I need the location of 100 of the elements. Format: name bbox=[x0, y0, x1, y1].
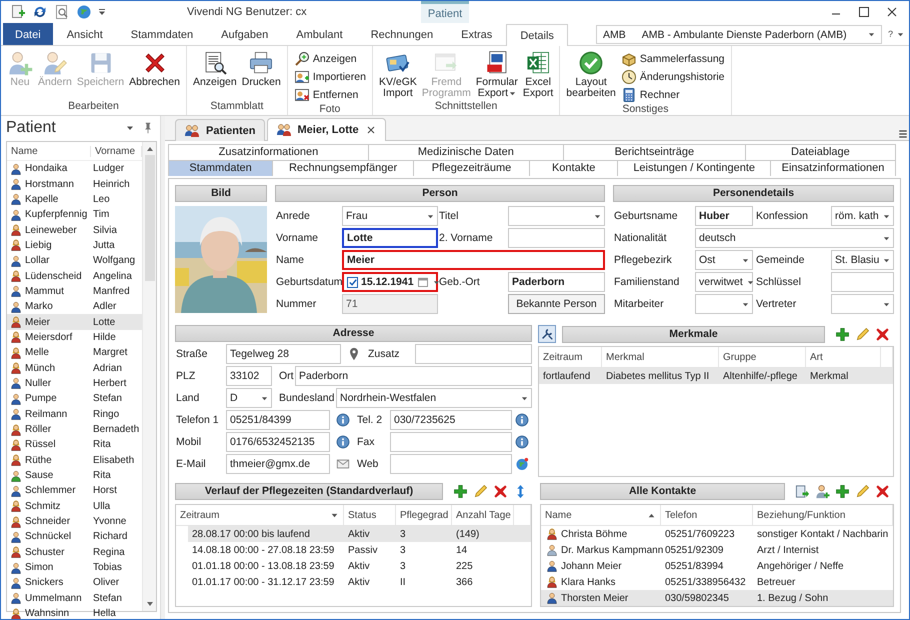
ribbon-tab[interactable]: Extras bbox=[447, 23, 506, 45]
form-tab[interactable]: Stammdaten bbox=[168, 160, 274, 176]
list-item[interactable]: Meiersdorf Hilde bbox=[7, 330, 142, 346]
table-row[interactable]: Thorsten Meier 030/59802345 1. Bezug / Sohn bbox=[541, 590, 893, 606]
input-field[interactable]: 33102 bbox=[226, 366, 272, 386]
ribbon-button[interactable]: Excel Export bbox=[520, 49, 556, 100]
list-item[interactable]: Schuster Regina bbox=[7, 544, 142, 560]
info-icon[interactable] bbox=[336, 413, 350, 427]
input-field[interactable] bbox=[415, 344, 532, 364]
info-icon[interactable] bbox=[336, 435, 350, 449]
new-document-icon[interactable] bbox=[10, 4, 26, 20]
document-tab[interactable]: Patienten bbox=[175, 119, 265, 141]
print-preview-icon[interactable] bbox=[54, 4, 70, 20]
ribbon-tab[interactable]: Ansicht bbox=[52, 23, 117, 45]
ribbon-tab[interactable]: Ambulant bbox=[282, 23, 357, 45]
input-field[interactable]: Meier bbox=[342, 250, 605, 270]
input-field[interactable]: Tegelweg 28 bbox=[226, 344, 341, 364]
list-item[interactable]: Lollar Wolfgang bbox=[7, 253, 142, 268]
dropdown[interactable]: St. Blasiu bbox=[831, 250, 894, 270]
dropdown[interactable]: deutsch bbox=[695, 228, 894, 248]
input-field[interactable]: Paderborn bbox=[295, 366, 532, 386]
refresh-icon[interactable] bbox=[32, 4, 48, 20]
ribbon-button[interactable]: Drucken bbox=[240, 49, 283, 89]
contact-card-icon[interactable] bbox=[795, 484, 810, 499]
table-row[interactable]: Christa Böhme 05251/7609223 sonstiger Kontakt / Nachbarin bbox=[541, 526, 893, 542]
delete-icon[interactable] bbox=[493, 484, 508, 499]
list-item[interactable]: Rüthe Elisabeth bbox=[7, 452, 142, 468]
list-item[interactable]: Hondaika Ludger bbox=[7, 161, 142, 176]
list-item[interactable]: Lüdenscheid Angelina bbox=[7, 268, 142, 284]
form-tab[interactable]: Pflegezeiträume bbox=[412, 160, 530, 176]
list-item[interactable]: Pumpe Stefan bbox=[7, 391, 142, 406]
input-field[interactable]: thmeier@gmx.de bbox=[226, 454, 330, 474]
list-item[interactable]: Marko Adler bbox=[7, 299, 142, 314]
list-item[interactable]: Ummelmann Stefan bbox=[7, 590, 142, 606]
form-tab[interactable]: Berichtseinträge bbox=[562, 144, 746, 160]
list-item[interactable]: Schneider Yvonne bbox=[7, 514, 142, 530]
date-picker[interactable]: 15.12.1941 bbox=[342, 272, 438, 292]
input-field[interactable] bbox=[831, 272, 894, 292]
dropdown[interactable]: Nordrhein-Westfalen bbox=[336, 388, 532, 408]
caret-icon[interactable] bbox=[897, 30, 904, 38]
list-item[interactable]: Sause Rita bbox=[7, 468, 142, 484]
scrollbar[interactable] bbox=[142, 142, 156, 611]
column-header[interactable]: Art bbox=[806, 347, 881, 367]
list-item[interactable]: Liebig Jutta bbox=[7, 238, 142, 254]
column-header[interactable]: Beziehung/Funktion bbox=[753, 505, 893, 525]
customize-caret-icon[interactable] bbox=[98, 8, 106, 16]
maximize-icon[interactable] bbox=[857, 5, 871, 19]
list-item[interactable]: Schnückel Richard bbox=[7, 529, 142, 545]
list-item[interactable]: Münch Adrian bbox=[7, 360, 142, 376]
form-tab[interactable]: Rechnungsempfänger bbox=[272, 160, 414, 176]
ribbon-tab[interactable]: Rechnungen bbox=[356, 23, 448, 45]
ribbon-button[interactable]: Sammelerfassung bbox=[618, 50, 727, 67]
list-item[interactable]: Röller Bernadeth bbox=[7, 422, 142, 438]
table-row[interactable]: Johann Meier 05251/83994 Angehöriger / Neffe bbox=[541, 558, 893, 574]
list-item[interactable]: Schmitz Ulla bbox=[7, 498, 142, 514]
list-item[interactable]: Meier Lotte bbox=[7, 314, 142, 330]
column-header[interactable]: Pflegegrad bbox=[396, 505, 452, 525]
column-header[interactable]: Gruppe bbox=[719, 347, 806, 367]
ribbon-button[interactable]: Änderungshistorie bbox=[618, 68, 727, 85]
column-header[interactable]: Name bbox=[541, 505, 661, 525]
dropdown[interactable]: verwitwet bbox=[695, 272, 753, 292]
column-header[interactable]: Zeitraum bbox=[539, 347, 602, 367]
ribbon-tab[interactable]: Details bbox=[506, 24, 568, 46]
input-field[interactable] bbox=[508, 228, 605, 248]
add-person-icon[interactable] bbox=[815, 484, 830, 499]
add-icon[interactable] bbox=[453, 484, 468, 499]
dropdown-caret-icon[interactable] bbox=[126, 124, 134, 132]
organization-dropdown[interactable]: AMB AMB - Ambulante Dienste Paderborn (AMB) bbox=[596, 25, 882, 44]
scroll-up-icon[interactable] bbox=[146, 145, 154, 153]
delete-icon[interactable] bbox=[875, 326, 890, 342]
ribbon-button[interactable]: Anzeigen bbox=[190, 49, 239, 89]
dropdown[interactable]: röm. kath bbox=[831, 206, 894, 226]
input-field[interactable]: Huber bbox=[695, 206, 753, 226]
list-item[interactable]: Reilmann Ringo bbox=[7, 406, 142, 422]
help-button[interactable]: ? bbox=[888, 29, 893, 39]
table-row[interactable]: 01.01.17 00:00 - 31.12.17 23:59 Aktiv II 366 bbox=[188, 574, 531, 590]
tool-button[interactable] bbox=[538, 325, 556, 343]
ribbon-button[interactable]: Rechner bbox=[618, 86, 727, 103]
edit-icon[interactable] bbox=[473, 484, 488, 499]
list-item[interactable]: Kupferpfennig Tim bbox=[7, 207, 142, 222]
list-item[interactable]: Schlemmer Horst bbox=[7, 483, 142, 499]
list-item[interactable]: Snickers Oliver bbox=[7, 575, 142, 591]
column-header[interactable]: Name bbox=[7, 146, 91, 156]
document-tab[interactable]: Meier, Lotte bbox=[266, 118, 386, 141]
column-header[interactable]: Anzahl Tage bbox=[452, 505, 514, 525]
column-header[interactable]: Zeitraum bbox=[176, 505, 344, 525]
table-row[interactable]: 01.01.18 00:00 - 13.08.18 23:59 Aktiv 3 225 bbox=[188, 558, 531, 574]
dropdown[interactable]: D bbox=[226, 388, 272, 408]
input-field[interactable]: Paderborn bbox=[508, 272, 605, 292]
table-row[interactable]: fortlaufend Diabetes mellitus Typ II Altenhilfe/-pflege Merkmal bbox=[539, 368, 893, 384]
ribbon-tab[interactable]: Stammdaten bbox=[116, 23, 208, 45]
add-icon[interactable] bbox=[835, 326, 850, 342]
close-icon[interactable] bbox=[885, 5, 899, 19]
input-field[interactable]: Lotte bbox=[342, 228, 438, 248]
table-row[interactable]: Dr. Markus Kampmann 05251/92309 Arzt / Internist bbox=[541, 542, 893, 558]
ribbon-button[interactable]: Formular Export bbox=[474, 49, 520, 100]
form-tab[interactable]: Dateiablage bbox=[744, 144, 896, 160]
globe-icon[interactable] bbox=[76, 4, 92, 20]
form-tab[interactable]: Einsatzinformationen bbox=[770, 160, 896, 176]
list-item[interactable]: Leineweber Silvia bbox=[7, 222, 142, 238]
